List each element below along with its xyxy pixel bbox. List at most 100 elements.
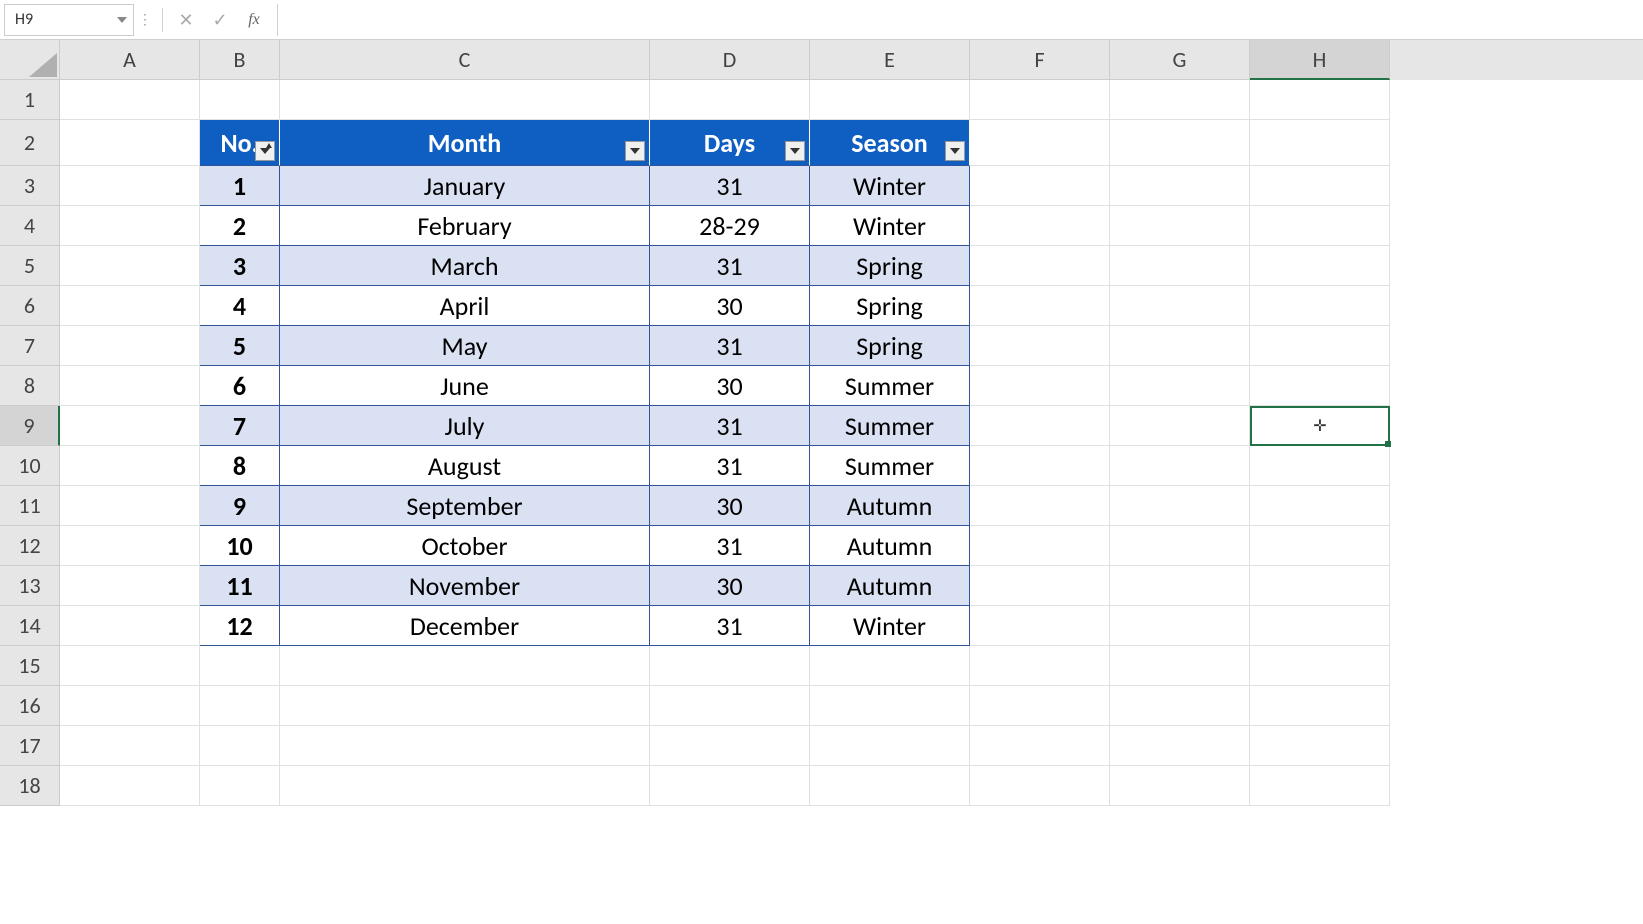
filter-button-no[interactable]	[255, 141, 275, 161]
column-header-H[interactable]: H	[1250, 40, 1390, 80]
column-header-B[interactable]: B	[200, 40, 280, 80]
cell-D11[interactable]: 30	[650, 486, 810, 526]
insert-function-button[interactable]: fx	[237, 4, 271, 36]
cell-A8[interactable]	[60, 366, 200, 406]
filter-button-season[interactable]	[945, 141, 965, 161]
column-header-D[interactable]: D	[650, 40, 810, 80]
cell-C5[interactable]: March	[280, 246, 650, 286]
row-header-16[interactable]: 16	[0, 686, 60, 726]
cell-B12[interactable]: 10	[200, 526, 280, 566]
cell-F2[interactable]	[970, 120, 1110, 166]
cell-D15[interactable]	[650, 646, 810, 686]
cell-E12[interactable]: Autumn	[810, 526, 970, 566]
cell-E8[interactable]: Summer	[810, 366, 970, 406]
cell-G6[interactable]	[1110, 286, 1250, 326]
filter-button-days[interactable]	[785, 141, 805, 161]
cell-F11[interactable]	[970, 486, 1110, 526]
column-header-E[interactable]: E	[810, 40, 970, 80]
row-header-14[interactable]: 14	[0, 606, 60, 646]
cell-D14[interactable]: 31	[650, 606, 810, 646]
cell-A18[interactable]	[60, 766, 200, 806]
column-header-F[interactable]: F	[970, 40, 1110, 80]
row-header-18[interactable]: 18	[0, 766, 60, 806]
cell-E13[interactable]: Autumn	[810, 566, 970, 606]
cell-F6[interactable]	[970, 286, 1110, 326]
cell-A5[interactable]	[60, 246, 200, 286]
cell-A4[interactable]	[60, 206, 200, 246]
cell-H7[interactable]	[1250, 326, 1390, 366]
cell-B13[interactable]: 11	[200, 566, 280, 606]
formula-input[interactable]	[277, 4, 1643, 36]
column-header-G[interactable]: G	[1110, 40, 1250, 80]
cell-D8[interactable]: 30	[650, 366, 810, 406]
cell-G13[interactable]	[1110, 566, 1250, 606]
cell-C10[interactable]: August	[280, 446, 650, 486]
cell-D3[interactable]: 31	[650, 166, 810, 206]
cell-A2[interactable]	[60, 120, 200, 166]
cell-G12[interactable]	[1110, 526, 1250, 566]
cell-H8[interactable]	[1250, 366, 1390, 406]
cell-E16[interactable]	[810, 686, 970, 726]
table-header-days[interactable]: Days	[650, 120, 810, 166]
cell-D6[interactable]: 30	[650, 286, 810, 326]
cell-E17[interactable]	[810, 726, 970, 766]
cell-C4[interactable]: February	[280, 206, 650, 246]
cell-C17[interactable]	[280, 726, 650, 766]
cell-H14[interactable]	[1250, 606, 1390, 646]
row-header-2[interactable]: 2	[0, 120, 60, 166]
cell-D18[interactable]	[650, 766, 810, 806]
cell-C15[interactable]	[280, 646, 650, 686]
cell-A12[interactable]	[60, 526, 200, 566]
cell-H17[interactable]	[1250, 726, 1390, 766]
row-header-3[interactable]: 3	[0, 166, 60, 206]
cell-E7[interactable]: Spring	[810, 326, 970, 366]
formula-bar-resize-icon[interactable]: ⋮	[138, 11, 156, 28]
cell-G8[interactable]	[1110, 366, 1250, 406]
cell-H16[interactable]	[1250, 686, 1390, 726]
cell-E11[interactable]: Autumn	[810, 486, 970, 526]
cell-H3[interactable]	[1250, 166, 1390, 206]
row-header-4[interactable]: 4	[0, 206, 60, 246]
row-header-12[interactable]: 12	[0, 526, 60, 566]
cell-H12[interactable]	[1250, 526, 1390, 566]
cell-G14[interactable]	[1110, 606, 1250, 646]
cell-A10[interactable]	[60, 446, 200, 486]
cell-B11[interactable]: 9	[200, 486, 280, 526]
cell-D16[interactable]	[650, 686, 810, 726]
cell-F9[interactable]	[970, 406, 1110, 446]
cell-F3[interactable]	[970, 166, 1110, 206]
cell-F8[interactable]	[970, 366, 1110, 406]
cell-H13[interactable]	[1250, 566, 1390, 606]
cell-H5[interactable]	[1250, 246, 1390, 286]
column-header-A[interactable]: A	[60, 40, 200, 80]
cell-F4[interactable]	[970, 206, 1110, 246]
table-header-no[interactable]: No.	[200, 120, 280, 166]
cell-D10[interactable]: 31	[650, 446, 810, 486]
cell-F5[interactable]	[970, 246, 1110, 286]
cell-C18[interactable]	[280, 766, 650, 806]
row-header-15[interactable]: 15	[0, 646, 60, 686]
row-header-8[interactable]: 8	[0, 366, 60, 406]
cell-E18[interactable]	[810, 766, 970, 806]
cell-G4[interactable]	[1110, 206, 1250, 246]
row-header-6[interactable]: 6	[0, 286, 60, 326]
cell-B1[interactable]	[200, 80, 280, 120]
cell-H2[interactable]	[1250, 120, 1390, 166]
cell-D13[interactable]: 30	[650, 566, 810, 606]
cell-H15[interactable]	[1250, 646, 1390, 686]
cell-G15[interactable]	[1110, 646, 1250, 686]
cell-F1[interactable]	[970, 80, 1110, 120]
cell-C12[interactable]: October	[280, 526, 650, 566]
cell-E3[interactable]: Winter	[810, 166, 970, 206]
cell-G7[interactable]	[1110, 326, 1250, 366]
cell-C16[interactable]	[280, 686, 650, 726]
cell-E14[interactable]: Winter	[810, 606, 970, 646]
row-header-9[interactable]: 9	[0, 406, 60, 446]
cell-F12[interactable]	[970, 526, 1110, 566]
cell-G1[interactable]	[1110, 80, 1250, 120]
row-header-1[interactable]: 1	[0, 80, 60, 120]
cell-H4[interactable]	[1250, 206, 1390, 246]
cell-F18[interactable]	[970, 766, 1110, 806]
cell-E6[interactable]: Spring	[810, 286, 970, 326]
row-header-7[interactable]: 7	[0, 326, 60, 366]
